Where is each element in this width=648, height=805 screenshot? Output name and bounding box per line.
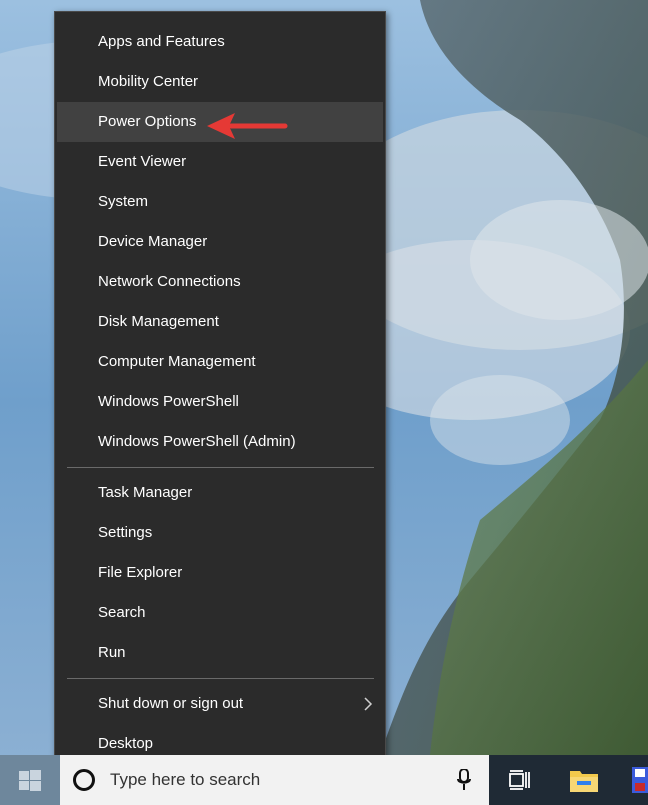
start-button[interactable] xyxy=(0,755,60,805)
menu-item-device-manager[interactable]: Device Manager xyxy=(57,222,383,262)
menu-item-search[interactable]: Search xyxy=(57,593,383,633)
menu-item-system[interactable]: System xyxy=(57,182,383,222)
task-view-button[interactable] xyxy=(489,755,549,805)
menu-item-network-connections[interactable]: Network Connections xyxy=(57,262,383,302)
windows-logo-icon xyxy=(19,770,41,791)
chevron-right-icon xyxy=(364,697,373,711)
menu-item-disk-management[interactable]: Disk Management xyxy=(57,302,383,342)
menu-item-windows-powershell[interactable]: Windows PowerShell xyxy=(57,382,383,422)
desktop: Apps and Features Mobility Center Power … xyxy=(0,0,648,805)
menu-item-mobility-center[interactable]: Mobility Center xyxy=(57,62,383,102)
menu-item-label: Shut down or sign out xyxy=(98,695,244,712)
taskbar: Type here to search xyxy=(0,755,648,805)
menu-separator xyxy=(67,467,374,468)
menu-item-event-viewer[interactable]: Event Viewer xyxy=(57,142,383,182)
search-placeholder: Type here to search xyxy=(110,770,261,789)
floppy-disk-icon xyxy=(632,767,648,793)
menu-item-windows-powershell-admin[interactable]: Windows PowerShell (Admin) xyxy=(57,422,383,462)
cortana-circle-icon xyxy=(73,769,95,791)
app-taskbar-button[interactable] xyxy=(618,755,648,805)
menu-item-apps-and-features[interactable]: Apps and Features xyxy=(57,22,383,62)
menu-item-run[interactable]: Run xyxy=(57,633,383,673)
folder-icon xyxy=(570,771,598,792)
menu-item-file-explorer[interactable]: File Explorer xyxy=(57,553,383,593)
menu-item-computer-management[interactable]: Computer Management xyxy=(57,342,383,382)
menu-item-shut-down-or-sign-out[interactable]: Shut down or sign out xyxy=(57,684,383,724)
file-explorer-taskbar-button[interactable] xyxy=(555,755,613,805)
menu-item-task-manager[interactable]: Task Manager xyxy=(57,473,383,513)
taskbar-search-box[interactable]: Type here to search xyxy=(60,755,489,805)
microphone-icon[interactable] xyxy=(457,769,471,791)
menu-item-settings[interactable]: Settings xyxy=(57,513,383,553)
menu-separator xyxy=(67,678,374,679)
task-view-icon xyxy=(509,770,530,790)
annotation-arrow-icon xyxy=(207,113,288,139)
